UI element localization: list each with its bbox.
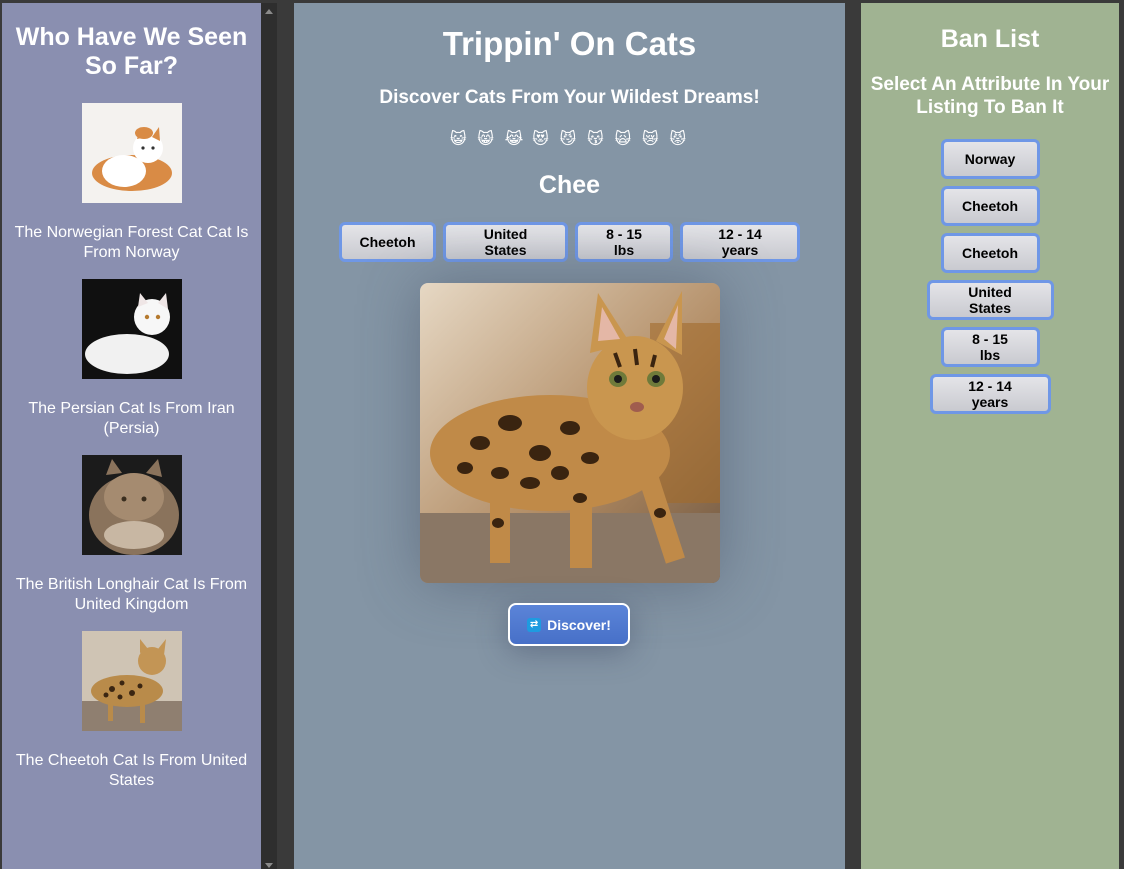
history-caption: The Norwegian Forest Cat Cat Is From Nor…	[14, 224, 249, 261]
emoji-row: 😺 😸 😹 😻 😼 😽 🙀 😿 😾	[294, 130, 845, 150]
history-item[interactable]: The Norwegian Forest Cat Cat Is From Nor…	[2, 103, 261, 263]
history-item[interactable]: The Persian Cat Is From Iran (Persia)	[2, 279, 261, 439]
ban-item[interactable]: Cheetoh	[940, 233, 1040, 273]
ban-list-panel: Ban List Select An Attribute In Your Lis…	[861, 3, 1119, 869]
cat-emoji: 😿	[642, 131, 662, 148]
history-caption: The British Longhair Cat Is From United …	[15, 576, 248, 613]
page-title: Trippin' On Cats	[442, 25, 697, 62]
discover-label: Discover!	[547, 616, 611, 633]
cat-emoji: 😼	[559, 131, 580, 148]
ban-item[interactable]: Norway	[940, 139, 1040, 179]
page-subtitle: Discover Cats From Your Wildest Dreams!	[379, 87, 760, 108]
cat-emoji: 😻	[532, 131, 552, 148]
cat-thumbnail	[81, 455, 182, 555]
cat-emoji: 🙀	[614, 131, 635, 148]
ban-list-hint: Select An Attribute In Your Listing To B…	[870, 74, 1110, 118]
cat-emoji: 😺	[449, 131, 470, 148]
cat-thumbnail	[81, 279, 182, 379]
ban-item[interactable]: United States	[926, 280, 1054, 320]
cat-emoji: 😽	[587, 131, 607, 148]
cat-emoji: 😾	[669, 131, 690, 148]
discover-button[interactable]: ⇄ Discover!	[508, 603, 630, 646]
history-scrollbar[interactable]	[261, 3, 277, 869]
history-item[interactable]: The Cheetoh Cat Is From United States	[2, 631, 261, 791]
cat-thumbnail	[81, 103, 182, 203]
cat-name: Chee	[538, 171, 601, 199]
cat-emoji: 😹	[504, 131, 527, 148]
ban-item[interactable]: 8 - 15 lbs	[940, 327, 1040, 367]
scroll-down-icon[interactable]	[265, 863, 273, 868]
scroll-up-icon[interactable]	[265, 9, 273, 14]
history-panel: Who Have We Seen So Far? The Norwegian F…	[2, 3, 261, 869]
attribute-button-breed[interactable]: Cheetoh	[339, 222, 436, 262]
cat-photo	[420, 283, 720, 583]
cat-emoji: 😸	[477, 131, 497, 148]
ban-item[interactable]: Cheetoh	[940, 186, 1040, 226]
history-title: Who Have We Seen So Far?	[15, 23, 248, 80]
ban-list: Norway Cheetoh Cheetoh United States 8 -…	[861, 139, 1119, 414]
ban-item[interactable]: 12 - 14 years	[929, 374, 1051, 414]
discover-panel: Trippin' On Cats Discover Cats From Your…	[294, 3, 845, 869]
attribute-button-weight[interactable]: 8 - 15 lbs	[575, 222, 673, 262]
shuffle-icon: ⇄	[527, 617, 542, 632]
attribute-button-origin[interactable]: United States	[443, 222, 568, 262]
history-caption: The Persian Cat Is From Iran (Persia)	[28, 400, 235, 437]
attribute-button-lifespan[interactable]: 12 - 14 years	[680, 222, 800, 262]
attribute-buttons: Cheetoh United States 8 - 15 lbs 12 - 14…	[294, 222, 845, 262]
ban-list-title: Ban List	[940, 25, 1040, 53]
history-item[interactable]: The British Longhair Cat Is From United …	[2, 455, 261, 615]
history-caption: The Cheetoh Cat Is From United States	[15, 752, 248, 789]
cat-thumbnail	[81, 631, 182, 731]
